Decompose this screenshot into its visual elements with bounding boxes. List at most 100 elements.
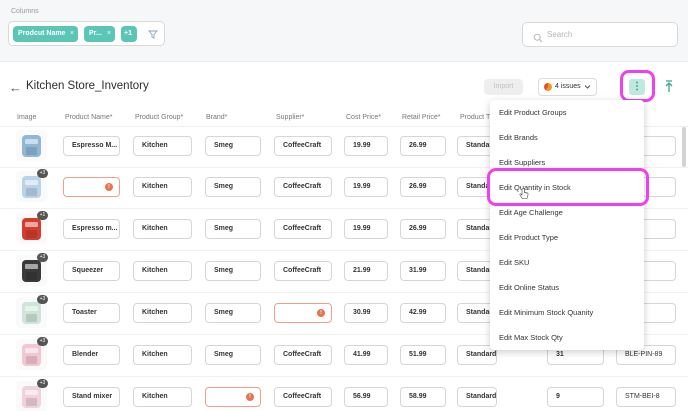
header-product-type: Product T (460, 114, 491, 121)
product-image[interactable]: +3 (16, 337, 48, 370)
upload-icon[interactable] (664, 80, 674, 94)
retail-price-field-value: 26.99 (409, 183, 427, 190)
cost-price-field[interactable]: 21.99 (344, 261, 388, 281)
retail-price-field-value: 26.99 (409, 225, 427, 232)
product-group-field-value: Kitchen (142, 267, 168, 274)
product-name-field-value: Toaster (72, 309, 97, 316)
product-group-field[interactable]: Kitchen (133, 136, 192, 156)
table-row[interactable]: +3 Stand mixer Kitchen! CoffeeCraft 56.99 58.… (0, 377, 688, 411)
columns-label: Columns (11, 8, 39, 15)
product-image[interactable] (16, 130, 47, 161)
brand-field[interactable]: Smeg (205, 303, 261, 323)
more-options-button[interactable]: ⋮ (629, 79, 645, 95)
scrollbar[interactable] (682, 127, 686, 167)
brand-field[interactable]: ! (205, 387, 261, 407)
product-image[interactable]: +3 (16, 169, 48, 202)
product-image[interactable]: +3 (16, 253, 48, 286)
page-title: Kitchen Store_Inventory (26, 80, 149, 92)
product-name-field[interactable]: Blender (63, 345, 120, 365)
cost-price-field-value: 41.99 (353, 351, 371, 358)
product-image[interactable]: +1 (16, 211, 48, 244)
search-input[interactable]: Search (522, 22, 678, 47)
columns-select[interactable]: Prodcut Name × Pr... × +1 (8, 21, 165, 46)
quantity-field[interactable]: 9 (547, 387, 604, 407)
retail-price-field-value: 26.99 (409, 142, 427, 149)
error-icon: ! (317, 309, 325, 317)
cost-price-field[interactable]: 19.99 (344, 136, 388, 156)
supplier-field-value: CoffeeCraft (283, 142, 322, 149)
issues-status-icon (544, 83, 552, 91)
menu-item-edit-sku[interactable]: Edit SKU (490, 250, 644, 275)
header-image: Image (17, 114, 37, 121)
cost-price-field[interactable]: 19.99 (344, 177, 388, 197)
product-group-field[interactable]: Kitchen (133, 177, 192, 197)
brand-field[interactable]: Smeg (205, 177, 261, 197)
column-chip-more[interactable]: +1 (121, 26, 137, 42)
retail-price-field-value: 51.99 (409, 351, 427, 358)
retail-price-field[interactable]: 58.99 (400, 387, 446, 407)
product-name-field[interactable]: ! (63, 177, 120, 197)
cost-price-field-value: 21.99 (353, 267, 371, 274)
cost-price-field[interactable]: 30.99 (344, 303, 388, 323)
sku-field[interactable]: STM-BEI-8 (616, 387, 676, 407)
product-name-field[interactable]: Espresso M... (63, 136, 120, 156)
retail-price-field-value: 42.99 (409, 309, 427, 316)
retail-price-field[interactable]: 51.99 (400, 345, 446, 365)
cost-price-field[interactable]: 19.99 (344, 219, 388, 239)
menu-item-edit-brands[interactable]: Edit Brands (490, 125, 644, 150)
supplier-field[interactable]: ! (274, 303, 332, 323)
retail-price-field[interactable]: 31.99 (400, 261, 446, 281)
product-group-field-value: Kitchen (142, 309, 168, 316)
chip-remove-icon[interactable]: × (107, 26, 111, 42)
supplier-field[interactable]: CoffeeCraft (274, 136, 332, 156)
product-type-field[interactable]: Standard (457, 387, 497, 407)
product-name-field[interactable]: Squeezer (63, 261, 120, 281)
chip-remove-icon[interactable]: × (70, 26, 74, 42)
cost-price-field-value: 19.99 (353, 142, 371, 149)
menu-item-edit-minimum-stock-quanity[interactable]: Edit Minimum Stock Quanity (490, 300, 644, 325)
brand-field[interactable]: Smeg (205, 345, 261, 365)
cost-price-field[interactable]: 56.99 (344, 387, 388, 407)
column-chip-product-group[interactable]: Pr... × (84, 26, 115, 42)
menu-item-edit-max-stock-qty[interactable]: Edit Max Stock Qty (490, 325, 644, 350)
product-group-field[interactable]: Kitchen (133, 387, 192, 407)
supplier-field[interactable]: CoffeeCraft (274, 387, 332, 407)
product-name-field[interactable]: Stand mixer (63, 387, 120, 407)
supplier-field[interactable]: CoffeeCraft (274, 345, 332, 365)
product-name-field[interactable]: Espresso m... (63, 219, 120, 239)
supplier-field[interactable]: CoffeeCraft (274, 177, 332, 197)
menu-item-edit-product-groups[interactable]: Edit Product Groups (490, 100, 644, 125)
supplier-field[interactable]: CoffeeCraft (274, 261, 332, 281)
retail-price-field[interactable]: 26.99 (400, 219, 446, 239)
brand-field[interactable]: Smeg (205, 261, 261, 281)
product-type-field-value: Standard (466, 351, 497, 358)
retail-price-field[interactable]: 42.99 (400, 303, 446, 323)
brand-field[interactable]: Smeg (205, 136, 261, 156)
product-image[interactable]: +3 (16, 295, 48, 328)
product-group-field-value: Kitchen (142, 183, 168, 190)
retail-price-field[interactable]: 26.99 (400, 177, 446, 197)
supplier-field[interactable]: CoffeeCraft (274, 219, 332, 239)
product-group-field[interactable]: Kitchen (133, 219, 192, 239)
product-group-field[interactable]: Kitchen (133, 345, 192, 365)
cost-price-field[interactable]: 41.99 (344, 345, 388, 365)
retail-price-field[interactable]: 26.99 (400, 136, 446, 156)
brand-field[interactable]: Smeg (205, 219, 261, 239)
product-name-field[interactable]: Toaster (63, 303, 120, 323)
product-image[interactable]: +3 (16, 379, 48, 411)
back-arrow-icon[interactable]: ← (9, 80, 22, 95)
search-placeholder: Search (547, 30, 573, 39)
product-group-field[interactable]: Kitchen (133, 303, 192, 323)
issues-dropdown[interactable]: 4 issues (538, 78, 597, 96)
column-chip-product-name[interactable]: Prodcut Name × (13, 26, 78, 42)
brand-field-value: Smeg (214, 183, 234, 190)
cost-price-field-value: 19.99 (353, 225, 371, 232)
filter-icon[interactable] (148, 29, 158, 39)
menu-item-edit-product-type[interactable]: Edit Product Type (490, 225, 644, 250)
header-product-group: Product Group* (135, 114, 184, 121)
product-group-field[interactable]: Kitchen (133, 261, 192, 281)
menu-item-edit-online-status[interactable]: Edit Online Status (490, 275, 644, 300)
hand-cursor-icon (519, 187, 529, 199)
import-button[interactable]: Import (484, 79, 523, 95)
error-icon: ! (246, 393, 254, 401)
